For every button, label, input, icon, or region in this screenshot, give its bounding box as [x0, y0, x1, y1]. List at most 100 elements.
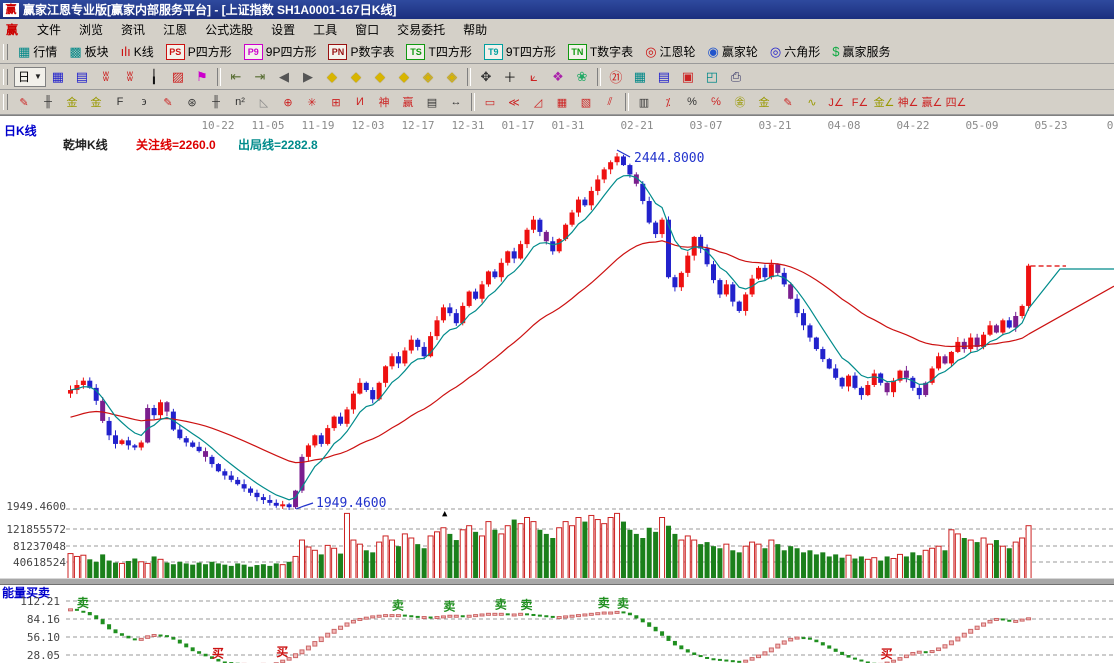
- n-square-tool-icon[interactable]: n²: [228, 91, 252, 113]
- win-grid-tool-icon[interactable]: 赢: [396, 91, 420, 113]
- percent-tool-icon[interactable]: %: [680, 91, 704, 113]
- prev-bar-icon[interactable]: ◀: [272, 66, 296, 88]
- next-bar-icon[interactable]: ▶: [296, 66, 320, 88]
- fan-lines-tool-icon[interactable]: ≪: [502, 91, 526, 113]
- draw-flag-icon[interactable]: ⚑: [190, 66, 214, 88]
- calculator-icon[interactable]: ▦: [628, 66, 652, 88]
- f-angle-tool-icon[interactable]: F∠: [848, 91, 872, 113]
- compass-tool-icon[interactable]: ⊕: [276, 91, 300, 113]
- expand-all-icon[interactable]: ◈: [440, 66, 464, 88]
- gold-line-tool-icon[interactable]: 金: [752, 91, 776, 113]
- save-icon[interactable]: ▣: [676, 66, 700, 88]
- bars-3-icon[interactable]: ʬ: [94, 66, 118, 88]
- volume-axis-label: 40618524: [13, 556, 66, 569]
- first-bar-icon[interactable]: ⇤: [224, 66, 248, 88]
- notepad-icon[interactable]: ▤: [652, 66, 676, 88]
- time-ruler-tool-icon[interactable]: ╫: [204, 91, 228, 113]
- menu-file[interactable]: 文件: [28, 19, 70, 40]
- percent-7-tool-icon[interactable]: ⁒: [656, 91, 680, 113]
- winner-wheel-button[interactable]: ◉ 赢家轮: [702, 40, 764, 64]
- gann-grid-tool-icon[interactable]: ╫: [36, 91, 60, 113]
- menu-trade[interactable]: 交易委托: [388, 19, 454, 40]
- p9-square-button[interactable]: P9 9P四方形: [238, 40, 323, 64]
- gann-wheel-button[interactable]: ◎ 江恩轮: [639, 40, 701, 64]
- gold-extend-tool-icon[interactable]: 金: [84, 91, 108, 113]
- percent-line-tool-icon[interactable]: ℅: [704, 91, 728, 113]
- t-square-button-icon: TS: [406, 43, 426, 60]
- width-measure-tool-icon[interactable]: ↔: [444, 91, 468, 113]
- sectors-button[interactable]: ▩ 板块: [63, 40, 114, 64]
- menu-tools[interactable]: 工具: [304, 19, 346, 40]
- p-square-button[interactable]: PS P四方形: [160, 40, 238, 64]
- p9-square-button-icon: P9: [243, 43, 263, 60]
- candlestick-series[interactable]: [68, 152, 1032, 511]
- menu-settings[interactable]: 设置: [262, 19, 304, 40]
- t9-square-button[interactable]: T9 9T四方形: [478, 40, 562, 64]
- t-number-button[interactable]: TN T数字表: [562, 40, 639, 64]
- print-icon[interactable]: ⎙: [724, 66, 748, 88]
- panel-splitter[interactable]: [0, 578, 1114, 585]
- spider-web-tool-icon[interactable]: ✳: [300, 91, 324, 113]
- angle-measure-icon[interactable]: ⟀: [522, 66, 546, 88]
- hand-tool-icon[interactable]: ✥: [474, 66, 498, 88]
- wave-tool-icon[interactable]: И: [348, 91, 372, 113]
- smart-brain-icon[interactable]: ❀: [570, 66, 594, 88]
- last-bar-icon[interactable]: ⇥: [248, 66, 272, 88]
- gann-circle-tool-icon[interactable]: ⊛: [180, 91, 204, 113]
- gold-ratio-tool-icon[interactable]: 金: [60, 91, 84, 113]
- kline-button[interactable]: ılı K线: [115, 40, 160, 64]
- spiral-tool-icon[interactable]: ϶: [132, 91, 156, 113]
- four-angle-tool-icon[interactable]: 四∠: [944, 91, 968, 113]
- trend-pencil-tool-icon[interactable]: ✎: [156, 91, 180, 113]
- t-square-button[interactable]: TS T四方形: [400, 40, 477, 64]
- win-angle-tool-icon[interactable]: 赢∠: [920, 91, 944, 113]
- kline-color-icon[interactable]: ▨: [166, 66, 190, 88]
- fan-arc-tool-icon[interactable]: ◿: [526, 91, 550, 113]
- menu-help[interactable]: 帮助: [454, 19, 496, 40]
- menu-window[interactable]: 窗口: [346, 19, 388, 40]
- p-number-button[interactable]: PN P数字表: [322, 40, 400, 64]
- gold-circle-tool-icon[interactable]: ㊎: [728, 91, 752, 113]
- bars-9-icon[interactable]: ʬ: [118, 66, 142, 88]
- calendar-icon[interactable]: ㉑: [604, 66, 628, 88]
- hexagon-button-icon: ◎: [769, 44, 782, 59]
- list-view-icon[interactable]: ▤: [70, 66, 94, 88]
- j-angle-tool-icon[interactable]: J∠: [824, 91, 848, 113]
- box-tool-icon[interactable]: ▭: [478, 91, 502, 113]
- grid-arrow-tool-icon[interactable]: ▧: [574, 91, 598, 113]
- parallel-lines-tool-icon[interactable]: ⫽: [598, 91, 622, 113]
- compress-all-icon[interactable]: ◈: [416, 66, 440, 88]
- quotes-button[interactable]: ▦ 行情: [12, 40, 63, 64]
- web-box-tool-icon[interactable]: ⊞: [324, 91, 348, 113]
- chart-area[interactable]: 10-22 11-05 11-19 12-03 12-17 12-31 01-17 01-31…: [0, 115, 1114, 663]
- crosshair-tool-icon[interactable]: ＋: [498, 66, 522, 88]
- fibonacci-tool-icon[interactable]: F: [108, 91, 132, 113]
- compress-x-icon[interactable]: ◆: [392, 66, 416, 88]
- menu-gann[interactable]: 江恩: [154, 19, 196, 40]
- menu-browse[interactable]: 浏览: [70, 19, 112, 40]
- hexagon-button[interactable]: ◎ 六角形: [764, 40, 826, 64]
- menu-news[interactable]: 资讯: [112, 19, 154, 40]
- wave-gold-tool-icon[interactable]: ∿: [800, 91, 824, 113]
- export-data-icon[interactable]: ◰: [700, 66, 724, 88]
- period-selector[interactable]: 日 ▼: [14, 66, 46, 87]
- shen-grid-tool-icon[interactable]: 神: [372, 91, 396, 113]
- menu-formula-picker[interactable]: 公式选股: [196, 19, 262, 40]
- expand-x-icon[interactable]: ◆: [368, 66, 392, 88]
- shen-angle-tool-icon[interactable]: 神∠: [896, 91, 920, 113]
- candle-style-icon[interactable]: ╽: [142, 66, 166, 88]
- flag-pencil-tool-icon[interactable]: ✎: [776, 91, 800, 113]
- gann-shape-icon[interactable]: ❖: [546, 66, 570, 88]
- zoom-out-x-icon[interactable]: ◆: [320, 66, 344, 88]
- web-chart-icon[interactable]: ▦: [46, 66, 70, 88]
- price-table-tool-icon[interactable]: ▥: [632, 91, 656, 113]
- ruler-123-tool-icon[interactable]: ▤: [420, 91, 444, 113]
- gold-angle-tool-icon[interactable]: 金∠: [872, 91, 896, 113]
- set-square-tool-icon[interactable]: ◺: [252, 91, 276, 113]
- zoom-in-x-icon[interactable]: ◆: [344, 66, 368, 88]
- pencil-tool-icon[interactable]: ✎: [12, 91, 36, 113]
- grid-box-tool-icon[interactable]: ▦: [550, 91, 574, 113]
- nav-toolbar: 日 ▼ ▦ ▤ ʬ ʬ ╽ ▨ ⚑ ⇤ ⇥ ◀ ▶ ◆ ◆ ◆ ◆ ◈ ◈ ✥ ＋ ⟀ ❖ ❀ ㉑ ▦ ▤ ▣ ◰ ⎙: [0, 64, 1114, 90]
- winner-service-button[interactable]: $ 赢家服务: [826, 40, 896, 64]
- volume-axis-label: 121855572: [6, 523, 66, 536]
